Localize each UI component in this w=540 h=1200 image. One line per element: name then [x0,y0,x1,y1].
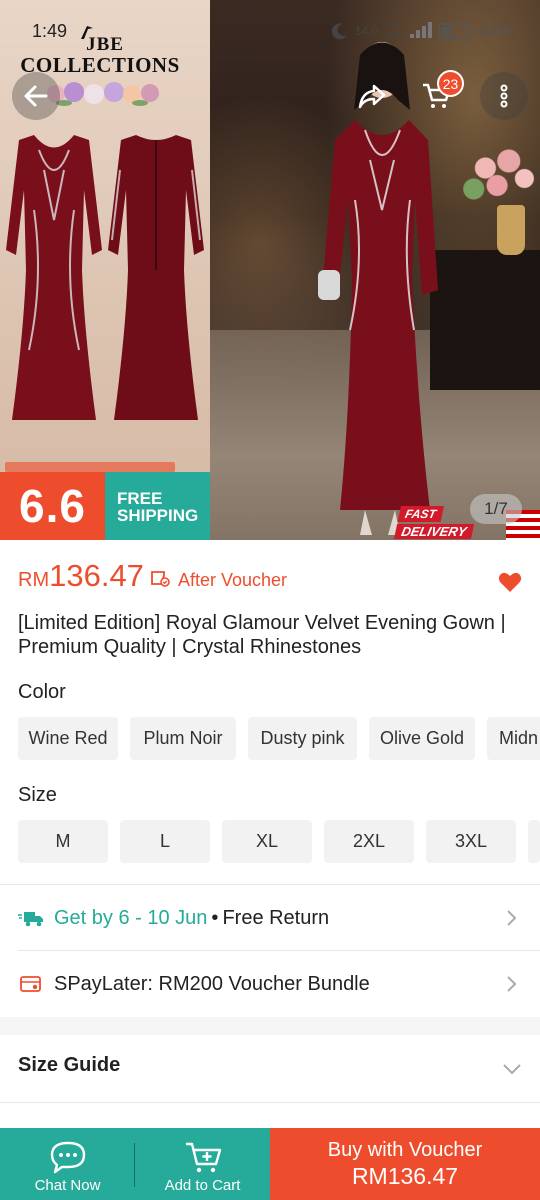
price-value: 136.47 [49,558,144,593]
color-label: Color [18,681,66,703]
favorite-heart-icon[interactable] [498,571,522,593]
size-label: Size [18,784,57,806]
delivery-date: Get by 6 - 10 Jun [54,906,208,929]
buy-with-voucher-button[interactable]: Buy with Voucher RM136.47 [270,1128,540,1200]
add-to-cart-label: Add to Cart [164,1177,241,1194]
size-options: M L XL 2XL 3XL [18,820,540,863]
logo-flowers-decoration [47,82,159,106]
chevron-right-icon [507,910,517,926]
size-option-l[interactable]: L [120,820,210,863]
free-return-label: Free Return [222,906,330,929]
color-option-midnight[interactable]: Midn [487,717,540,760]
after-voucher-label: After Voucher [177,570,288,590]
photo-vase [497,205,525,255]
buy-with-voucher-label: Buy with Voucher [327,1139,483,1161]
image-counter: 1/7 [470,494,522,524]
color-option-plum-noir[interactable]: Plum Noir [130,717,236,760]
signal-icon [409,22,432,38]
cart-count-badge: 23 [437,70,464,97]
bottom-action-bar: Chat Now Add to Cart Buy with Voucher RM… [0,1128,540,1200]
more-vertical-icon [500,84,508,108]
add-to-cart-button[interactable]: Add to Cart [135,1128,270,1200]
back-button[interactable] [12,72,60,120]
size-guide-title[interactable]: Size Guide [18,1054,120,1077]
spaylater-voucher-icon [20,976,41,992]
share-icon [358,84,386,109]
status-bar: 1:49 14.0 Vo LTE 41% [0,0,540,60]
spaylater-row[interactable]: SPayLater: RM200 Voucher Bundle [18,951,522,1017]
price-row: RM 136.47 After Voucher [18,558,287,598]
size-option-2xl[interactable]: 2XL [324,820,414,863]
size-option-xl[interactable]: XL [222,820,312,863]
add-to-cart-icon [185,1142,221,1173]
buy-price-label: RM136.47 [351,1163,459,1189]
status-icons: 14.0 Vo LTE 41% [331,20,510,42]
chevron-right-icon [507,976,517,992]
gown-front-image [4,130,104,430]
section-separator [0,1017,540,1035]
share-button[interactable] [348,72,396,120]
battery-percent: 41% [475,21,510,40]
size-option-m[interactable]: M [18,820,108,863]
spaylater-text: SPayLater: RM200 Voucher Bundle [54,972,370,995]
product-title: [Limited Edition] Royal Glamour Velvet E… [18,612,506,658]
free-label: FREE [117,489,163,508]
status-time: 1:49 [32,21,68,41]
more-options-button[interactable] [480,72,528,120]
fast-label: FAST [397,506,444,522]
color-options: Wine Red Plum Noir Dusty pink Olive Gold… [18,717,540,760]
do-not-disturb-icon [331,23,347,40]
delivery-truck-icon [18,912,43,927]
delivery-separator: • [211,906,219,929]
price-currency: RM [18,569,50,591]
promo-banner: 6.6 FREE SHIPPING [0,472,210,540]
gown-back-image [106,130,206,430]
free-shipping-badge: FREE SHIPPING [105,472,210,540]
delivery-row[interactable]: Get by 6 - 10 Jun • Free Return [18,885,522,951]
bottom-bar-divider [134,1143,135,1187]
volte-label: Vo LTE [385,20,401,41]
size-option-3xl[interactable]: 3XL [426,820,516,863]
color-option-wine-red[interactable]: Wine Red [18,717,118,760]
photo-flowers [462,140,540,210]
voucher-icon [151,571,170,587]
color-option-olive-gold[interactable]: Olive Gold [369,717,475,760]
chat-now-label: Chat Now [34,1177,101,1194]
divider [0,1102,540,1103]
chevron-down-icon[interactable] [502,1062,522,1076]
chat-now-button[interactable]: Chat Now [0,1128,135,1200]
delivery-label: DELIVERY [393,524,474,539]
shipping-label: SHIPPING [117,506,199,525]
color-option-dusty-pink[interactable]: Dusty pink [248,717,357,760]
battery-icon [437,23,470,39]
campaign-66-badge: 6.6 [0,472,105,540]
fast-delivery-badge: FAST DELIVERY [393,505,481,539]
size-option-more[interactable] [528,820,540,863]
banner-text-strip [5,462,175,472]
network-speed: 14.0 [354,23,378,38]
arrow-left-icon [24,85,48,107]
chat-bubble-icon [50,1141,85,1174]
